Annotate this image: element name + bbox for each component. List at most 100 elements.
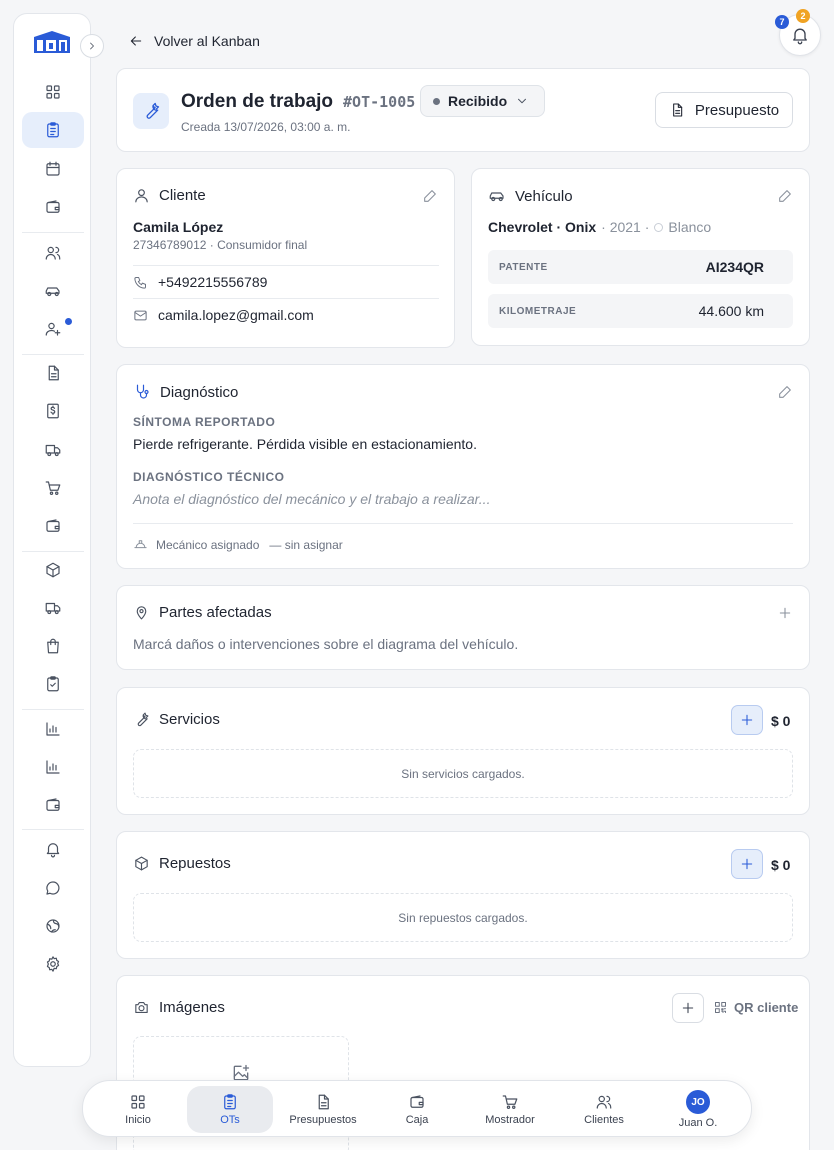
client-phone[interactable]: +5492215556789	[133, 274, 267, 290]
sidebar-item-users[interactable]	[22, 235, 84, 271]
sidebar-item-notifications[interactable]	[22, 831, 84, 867]
budget-button[interactable]: Presupuesto	[655, 92, 793, 128]
bottom-nav-presupuestos[interactable]: Presupuestos	[280, 1086, 366, 1133]
services-empty-state: Sin servicios cargados.	[133, 749, 793, 798]
edit-client-button[interactable]	[422, 188, 438, 204]
mileage-label: KILOMETRAJE	[499, 306, 577, 317]
sidebar-item-inventory[interactable]	[22, 552, 84, 588]
cart-icon	[502, 1095, 518, 1109]
sidebar-item-vehicles[interactable]	[22, 273, 84, 309]
diagnosis-section-title: Diagnóstico	[160, 383, 239, 401]
car-icon	[45, 287, 60, 297]
sidebar-item-messages[interactable]	[22, 870, 84, 906]
client-qr-button[interactable]: QR cliente	[713, 1000, 798, 1015]
sidebar-item-ots[interactable]	[22, 112, 84, 148]
sidebar-item-stats[interactable]	[22, 749, 84, 785]
edit-vehicle-button[interactable]	[777, 188, 793, 204]
technical-diagnosis-input[interactable]: Anota el diagnóstico del mecánico y el t…	[133, 491, 490, 507]
status-dot	[433, 97, 440, 105]
diagnosis-card: Diagnóstico SÍNTOMA REPORTADO Pierde ref…	[116, 364, 810, 569]
mechanic-value: — sin asignar	[269, 537, 343, 552]
bottom-nav-inicio[interactable]: Inicio	[95, 1086, 181, 1133]
sidebar-item-explore[interactable]	[22, 908, 84, 944]
bottom-nav-mostrador[interactable]: Mostrador	[467, 1086, 553, 1133]
sidebar-item-cart[interactable]	[22, 470, 84, 506]
bottom-nav-caja[interactable]: Caja	[374, 1086, 460, 1133]
stethoscope-icon	[136, 384, 149, 399]
mail-icon	[134, 310, 147, 320]
wrench-badge	[133, 93, 169, 129]
sidebar-item-checklist[interactable]	[22, 666, 84, 702]
bottom-nav-label: OTs	[220, 1114, 240, 1126]
images-title: Imágenes	[159, 999, 225, 1016]
spare-parts-card: Repuestos $ 0 Sin repuestos cargados.	[116, 831, 810, 959]
sidebar-item-dashboard[interactable]	[22, 74, 84, 110]
pencil-icon	[779, 386, 791, 398]
bottom-nav-clientes[interactable]: Clientes	[561, 1086, 647, 1133]
client-email[interactable]: camila.lopez@gmail.com	[133, 307, 314, 323]
sidebar-item-calendar[interactable]	[22, 151, 84, 187]
plus-icon	[682, 1002, 694, 1014]
client-qr-label: QR cliente	[734, 1000, 799, 1015]
qr-code-icon	[715, 1002, 726, 1013]
sidebar-item-payments[interactable]	[22, 393, 84, 429]
wallet-icon	[46, 519, 60, 532]
client-email-value: camila.lopez@gmail.com	[158, 307, 314, 323]
spare-parts-title: Repuestos	[159, 855, 231, 872]
sidebar-item-wallet[interactable]	[22, 189, 84, 225]
mechanic-assignment[interactable]: Mecánico asignado — sin asignar	[133, 537, 343, 552]
chevron-down-icon	[518, 98, 527, 104]
notifications-button[interactable]: 7 2	[775, 9, 821, 56]
wallet-icon	[46, 200, 60, 213]
sidebar-item-add-user[interactable]	[22, 311, 84, 347]
wrench-icon	[137, 712, 149, 727]
sidebar-item-documents[interactable]	[22, 355, 84, 391]
document-icon	[48, 365, 59, 381]
vehicle-card: Vehículo Chevrolet · Onix · 2021 · Blanc…	[471, 168, 810, 346]
symptom-label: SÍNTOMA REPORTADO	[133, 415, 276, 429]
add-image-button[interactable]	[672, 993, 704, 1023]
sidebar-item-finance[interactable]	[22, 787, 84, 823]
sidebar-item-shipping[interactable]	[22, 590, 84, 626]
budget-button-label: Presupuesto	[694, 101, 780, 119]
sidebar-item-cashbox[interactable]	[22, 508, 84, 544]
bell-icon	[793, 28, 807, 45]
arrow-left-icon	[130, 36, 142, 46]
edit-diagnosis-button[interactable]	[777, 384, 793, 400]
users-icon	[45, 246, 61, 260]
services-card: Servicios $ 0 Sin servicios cargados.	[116, 687, 810, 815]
status-dropdown[interactable]: Recibido	[420, 85, 545, 117]
add-service-button[interactable]	[731, 705, 763, 735]
bell-icon	[46, 843, 60, 858]
app-logo	[32, 29, 72, 55]
work-order-code: #OT-1005	[343, 93, 416, 111]
sidebar-item-settings[interactable]	[22, 946, 84, 982]
phone-icon	[134, 276, 146, 289]
user-plus-icon	[45, 322, 61, 336]
mechanic-label: Mecánico asignado	[156, 537, 260, 552]
plus-icon	[741, 858, 753, 870]
grid-icon	[46, 85, 60, 99]
back-to-kanban-link[interactable]: Volver al Kanban	[128, 33, 260, 49]
page-title: Orden de trabajo	[181, 91, 334, 112]
spare-parts-empty-state: Sin repuestos cargados.	[133, 893, 793, 942]
bottom-nav-label: Caja	[405, 1114, 429, 1126]
bar-chart-icon	[46, 760, 60, 774]
cart-icon	[45, 481, 61, 495]
bottom-nav-ots[interactable]: OTs	[187, 1086, 273, 1133]
alert-count-badge: 2	[796, 9, 810, 23]
sidebar-item-purchases[interactable]	[22, 628, 84, 664]
bottom-nav-label: Clientes	[584, 1114, 624, 1126]
add-spare-part-button[interactable]	[731, 849, 763, 879]
services-title: Servicios	[159, 711, 220, 728]
plus-icon	[741, 714, 753, 726]
affected-parts-title: Partes afectadas	[159, 604, 272, 621]
color-swatch	[654, 222, 664, 232]
add-affected-part-button[interactable]	[777, 605, 793, 621]
affected-parts-hint: Marcá daños o intervenciones sobre el di…	[133, 636, 519, 652]
bottom-nav-profile[interactable]: JO Juan O.	[655, 1086, 741, 1133]
sidebar-collapse-button[interactable]	[80, 34, 104, 58]
sidebar-item-reports[interactable]	[22, 711, 84, 747]
sidebar-item-delivery[interactable]	[22, 432, 84, 468]
box-icon	[46, 562, 60, 578]
